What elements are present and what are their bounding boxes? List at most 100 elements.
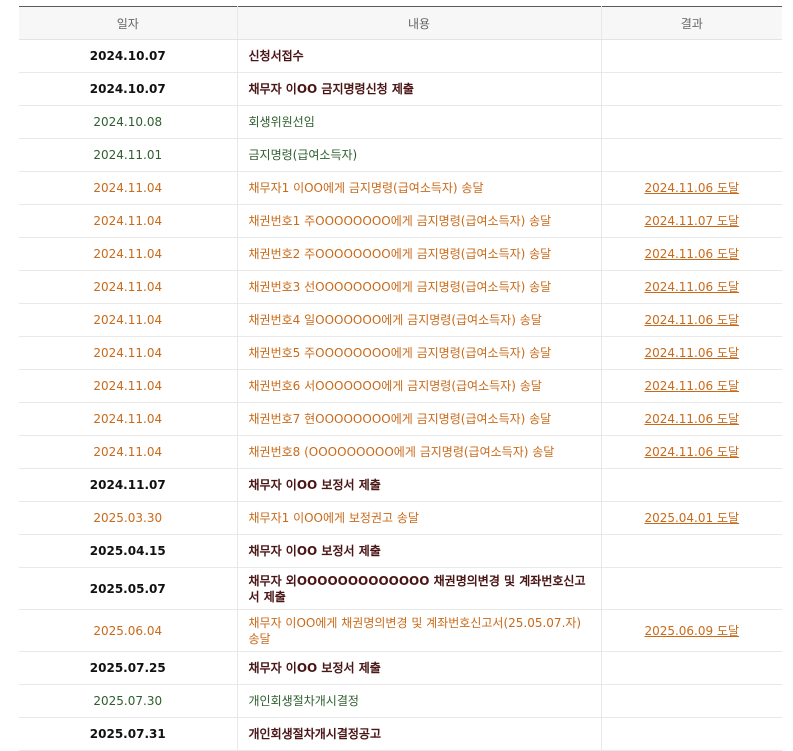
delivery-result-link[interactable]: 2024.11.06 도달 <box>644 247 739 261</box>
row-content: 채무자 이OO 금지명령신청 제출 <box>236 72 601 106</box>
table-row: 2025.05.07 채무자 외OOOOOOOOOOOOO 채권명의변경 및 계좌… <box>19 567 782 610</box>
table-row: 2025.07.31 개인회생절차개시결정공고 <box>19 717 782 751</box>
row-date: 2025.04.15 <box>19 534 237 568</box>
row-content: 채무자 이OO에게 채권명의변경 및 계좌번호신고서(25.05.07.자) 송… <box>236 609 601 652</box>
row-date: 2025.07.31 <box>19 717 237 751</box>
row-result: 2024.11.06 도달 <box>600 237 782 271</box>
row-content: 채권번호7 현OOOOOOOO에게 금지명령(급여소득자) 송달 <box>236 402 601 436</box>
row-result: 2024.11.06 도달 <box>600 303 782 337</box>
row-date: 2024.10.08 <box>19 105 237 139</box>
row-content: 채무자1 이OO에게 보정권고 송달 <box>236 501 601 535</box>
table-header-row: 일자 내용 결과 <box>19 6 782 40</box>
table-body: 2024.10.07 신청서접수 2024.10.07 채무자 이OO 금지명령신청 … <box>19 39 782 751</box>
row-content: 채권번호8 (OOOOOOOOO에게 금지명령(급여소득자) 송달 <box>236 435 601 469</box>
delivery-result-link[interactable]: 2024.11.06 도달 <box>644 181 739 195</box>
table-row: 2024.11.04 채권번호1 주OOOOOOOO에게 금지명령(급여소득자) … <box>19 204 782 238</box>
row-date: 2024.11.01 <box>19 138 237 172</box>
table-row: 2025.04.15 채무자 이OO 보정서 제출 <box>19 534 782 568</box>
row-result <box>600 651 782 685</box>
table-row: 2024.10.08 회생위원선임 <box>19 105 782 139</box>
row-content: 채무자 이OO 보정서 제출 <box>236 534 601 568</box>
row-date: 2024.11.07 <box>19 468 237 502</box>
row-content: 채무자1 이OO에게 금지명령(급여소득자) 송달 <box>236 171 601 205</box>
table-row: 2024.11.04 채권번호4 일OOOOOOO에게 금지명령(급여소득자) 송… <box>19 303 782 337</box>
row-result: 2024.11.06 도달 <box>600 171 782 205</box>
row-content: 채권번호1 주OOOOOOOO에게 금지명령(급여소득자) 송달 <box>236 204 601 238</box>
table-row: 2025.03.30 채무자1 이OO에게 보정권고 송달 2025.04.01 도… <box>19 501 782 535</box>
row-result <box>600 105 782 139</box>
row-result <box>600 468 782 502</box>
case-progress-table: 일자 내용 결과 2024.10.07 신청서접수 2024.10.07 채무자 이O… <box>19 6 782 751</box>
row-result <box>600 72 782 106</box>
table-row: 2024.11.04 채권번호8 (OOOOOOOOO에게 금지명령(급여소득자)… <box>19 435 782 469</box>
row-date: 2024.11.04 <box>19 336 237 370</box>
row-result <box>600 717 782 751</box>
row-content: 채권번호2 주OOOOOOOO에게 금지명령(급여소득자) 송달 <box>236 237 601 271</box>
row-result: 2024.11.06 도달 <box>600 435 782 469</box>
row-result <box>600 138 782 172</box>
row-content: 신청서접수 <box>236 39 601 73</box>
delivery-result-link[interactable]: 2024.11.06 도달 <box>644 445 739 459</box>
row-date: 2024.11.04 <box>19 237 237 271</box>
row-content: 채권번호6 서OOOOOOO에게 금지명령(급여소득자) 송달 <box>236 369 601 403</box>
table-row: 2024.11.04 채권번호5 주OOOOOOOO에게 금지명령(급여소득자) … <box>19 336 782 370</box>
row-content: 회생위원선임 <box>236 105 601 139</box>
row-result: 2024.11.06 도달 <box>600 402 782 436</box>
row-result: 2024.11.06 도달 <box>600 270 782 304</box>
row-date: 2024.11.04 <box>19 369 237 403</box>
table-row: 2024.11.04 채무자1 이OO에게 금지명령(급여소득자) 송달 2024.… <box>19 171 782 205</box>
row-content: 채무자 이OO 보정서 제출 <box>236 468 601 502</box>
row-result: 2024.11.07 도달 <box>600 204 782 238</box>
row-content: 개인회생절차개시결정공고 <box>236 717 601 751</box>
delivery-result-link[interactable]: 2025.04.01 도달 <box>644 511 739 525</box>
row-date: 2024.11.04 <box>19 171 237 205</box>
row-date: 2024.11.04 <box>19 270 237 304</box>
table-row: 2025.07.30 개인회생절차개시결정 <box>19 684 782 718</box>
row-date: 2024.11.04 <box>19 204 237 238</box>
table-row: 2024.11.04 채권번호2 주OOOOOOOO에게 금지명령(급여소득자) … <box>19 237 782 271</box>
row-date: 2024.11.04 <box>19 435 237 469</box>
row-content: 채무자 외OOOOOOOOOOOOO 채권명의변경 및 계좌번호신고서 제출 <box>236 567 601 610</box>
row-content: 채권번호3 선OOOOOOOO에게 금지명령(급여소득자) 송달 <box>236 270 601 304</box>
header-result: 결과 <box>600 6 782 40</box>
row-date: 2024.11.04 <box>19 402 237 436</box>
row-date: 2025.05.07 <box>19 567 237 610</box>
case-progress-table-container: 일자 내용 결과 2024.10.07 신청서접수 2024.10.07 채무자 이O… <box>19 6 782 751</box>
row-result <box>600 534 782 568</box>
header-date: 일자 <box>19 6 237 40</box>
table-row: 2025.06.04 채무자 이OO에게 채권명의변경 및 계좌번호신고서(25.… <box>19 609 782 652</box>
row-date: 2025.06.04 <box>19 609 237 652</box>
header-content: 내용 <box>236 6 601 40</box>
table-row: 2024.10.07 채무자 이OO 금지명령신청 제출 <box>19 72 782 106</box>
row-result: 2025.04.01 도달 <box>600 501 782 535</box>
row-date: 2025.07.30 <box>19 684 237 718</box>
delivery-result-link[interactable]: 2024.11.06 도달 <box>644 313 739 327</box>
row-result: 2025.06.09 도달 <box>600 609 782 652</box>
table-row: 2025.07.25 채무자 이OO 보정서 제출 <box>19 651 782 685</box>
row-result: 2024.11.06 도달 <box>600 336 782 370</box>
row-date: 2024.10.07 <box>19 39 237 73</box>
row-date: 2025.07.25 <box>19 651 237 685</box>
delivery-result-link[interactable]: 2024.11.06 도달 <box>644 412 739 426</box>
row-content: 개인회생절차개시결정 <box>236 684 601 718</box>
table-row: 2024.11.04 채권번호3 선OOOOOOOO에게 금지명령(급여소득자) … <box>19 270 782 304</box>
table-row: 2024.11.01 금지명령(급여소득자) <box>19 138 782 172</box>
delivery-result-link[interactable]: 2025.06.09 도달 <box>644 624 739 638</box>
row-content: 금지명령(급여소득자) <box>236 138 601 172</box>
row-content: 채권번호5 주OOOOOOOO에게 금지명령(급여소득자) 송달 <box>236 336 601 370</box>
table-row: 2024.11.07 채무자 이OO 보정서 제출 <box>19 468 782 502</box>
table-row: 2024.10.07 신청서접수 <box>19 39 782 73</box>
table-row: 2024.11.04 채권번호6 서OOOOOOO에게 금지명령(급여소득자) 송… <box>19 369 782 403</box>
delivery-result-link[interactable]: 2024.11.06 도달 <box>644 379 739 393</box>
row-date: 2024.10.07 <box>19 72 237 106</box>
row-content: 채무자 이OO 보정서 제출 <box>236 651 601 685</box>
row-date: 2025.03.30 <box>19 501 237 535</box>
delivery-result-link[interactable]: 2024.11.07 도달 <box>644 214 739 228</box>
row-result <box>600 39 782 73</box>
delivery-result-link[interactable]: 2024.11.06 도달 <box>644 346 739 360</box>
row-result <box>600 684 782 718</box>
row-date: 2024.11.04 <box>19 303 237 337</box>
row-content: 채권번호4 일OOOOOOO에게 금지명령(급여소득자) 송달 <box>236 303 601 337</box>
table-row: 2024.11.04 채권번호7 현OOOOOOOO에게 금지명령(급여소득자) … <box>19 402 782 436</box>
delivery-result-link[interactable]: 2024.11.06 도달 <box>644 280 739 294</box>
